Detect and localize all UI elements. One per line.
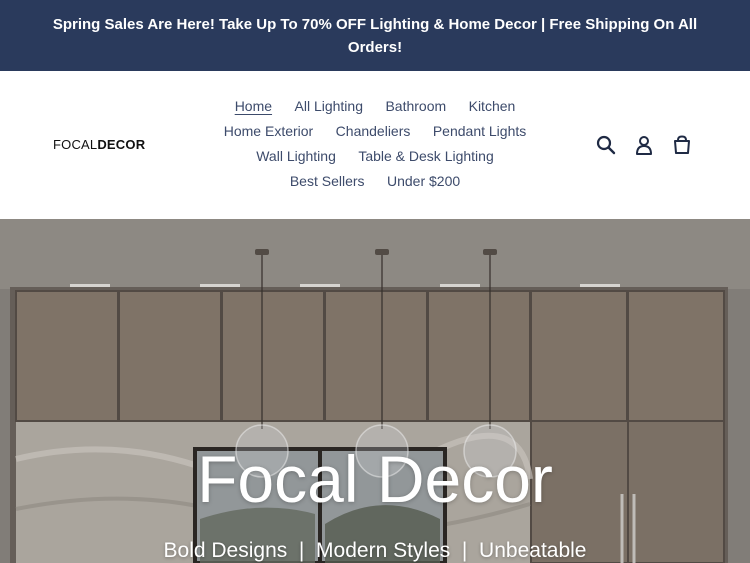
main-nav: Home All Lighting Bathroom Kitchen Home … [195, 94, 555, 194]
nav-row: Home All Lighting Bathroom Kitchen [195, 94, 555, 119]
site-header: FOCALDECOR Home All Lighting Bathroom Ki… [0, 71, 750, 219]
nav-item-bathroom[interactable]: Bathroom [385, 94, 446, 119]
logo-part-decor: DECOR [97, 137, 146, 152]
account-icon[interactable] [634, 135, 654, 155]
logo-part-focal: FOCAL [53, 137, 98, 152]
search-icon[interactable] [596, 135, 616, 155]
nav-item-wall-lighting[interactable]: Wall Lighting [256, 144, 336, 169]
hero-banner: Focal Decor Bold Designs | Modern Styles… [0, 219, 750, 563]
hero-subtitle: Bold Designs | Modern Styles | Unbeatabl… [163, 539, 587, 562]
nav-item-table-desk-lighting[interactable]: Table & Desk Lighting [358, 144, 493, 169]
nav-item-chandeliers[interactable]: Chandeliers [336, 119, 411, 144]
nav-item-home[interactable]: Home [235, 94, 272, 119]
nav-item-home-exterior[interactable]: Home Exterior [224, 119, 313, 144]
nav-row: Wall Lighting Table & Desk Lighting [195, 144, 555, 169]
announcement-bar: Spring Sales Are Here! Take Up To 70% OF… [0, 0, 750, 71]
announcement-text: Spring Sales Are Here! Take Up To 70% OF… [52, 15, 698, 56]
nav-item-under-200[interactable]: Under $200 [387, 169, 460, 194]
hero-title: Focal Decor [197, 442, 553, 516]
site-logo[interactable]: FOCALDECOR [53, 137, 145, 152]
nav-item-all-lighting[interactable]: All Lighting [295, 94, 364, 119]
nav-row: Best Sellers Under $200 [195, 169, 555, 194]
nav-row: Home Exterior Chandeliers Pendant Lights [195, 119, 555, 144]
nav-item-kitchen[interactable]: Kitchen [469, 94, 516, 119]
cart-icon[interactable] [672, 135, 692, 155]
nav-item-best-sellers[interactable]: Best Sellers [290, 169, 365, 194]
header-icons [596, 135, 692, 155]
nav-item-pendant-lights[interactable]: Pendant Lights [433, 119, 526, 144]
